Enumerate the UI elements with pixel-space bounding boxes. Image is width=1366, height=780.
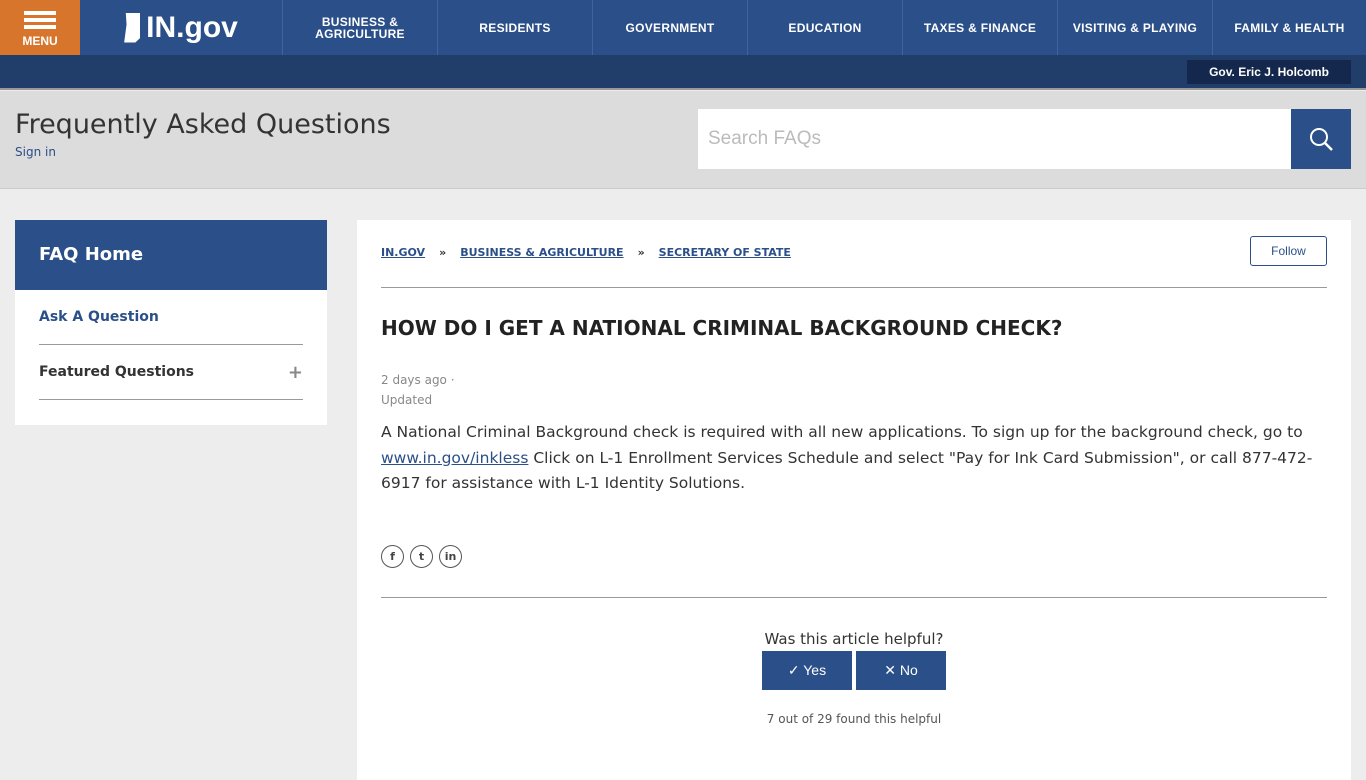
sidebar-item-featured-questions[interactable]: Featured Questions + [39, 345, 303, 400]
nav-residents[interactable]: RESIDENTS [437, 0, 592, 55]
plus-icon[interactable]: + [288, 362, 303, 383]
article-meta: 2 days ago · Updated [381, 370, 455, 410]
nav-government[interactable]: GOVERNMENT [592, 0, 747, 55]
breadcrumb-separator: » [439, 246, 447, 259]
breadcrumb-separator: » [637, 246, 645, 259]
helpful-question: Was this article helpful? [764, 630, 944, 648]
nav-business-agriculture[interactable]: BUSINESS & AGRICULTURE [282, 0, 437, 55]
main-nav: BUSINESS & AGRICULTURE RESIDENTS GOVERNM… [282, 0, 1366, 55]
sign-in-link[interactable]: Sign in [15, 145, 56, 159]
divider [381, 597, 1327, 598]
body-text: A National Criminal Background check is … [381, 423, 1303, 441]
logo-text: IN.gov [146, 10, 238, 44]
indiana-state-icon [124, 12, 141, 43]
article-date: 2 days ago · [381, 373, 455, 387]
yes-button[interactable]: ✓ Yes [762, 651, 852, 690]
breadcrumb-in-gov[interactable]: IN.GOV [381, 246, 425, 259]
nav-family-health[interactable]: FAMILY & HEALTH [1212, 0, 1366, 55]
faq-home-link[interactable]: FAQ Home [15, 220, 327, 290]
sidebar: FAQ Home Ask A Question Featured Questio… [15, 220, 327, 425]
divider [381, 287, 1327, 288]
linkedin-icon[interactable]: in [439, 545, 462, 568]
page-title: Frequently Asked Questions [15, 109, 391, 140]
breadcrumb: IN.GOV » BUSINESS & AGRICULTURE » SECRET… [381, 246, 791, 259]
article-title: HOW DO I GET A NATIONAL CRIMINAL BACKGRO… [381, 316, 1063, 340]
menu-label: MENU [22, 33, 58, 48]
nav-visiting-playing[interactable]: VISITING & PLAYING [1057, 0, 1212, 55]
twitter-icon[interactable]: t [410, 545, 433, 568]
article: IN.GOV » BUSINESS & AGRICULTURE » SECRET… [357, 220, 1351, 780]
follow-button[interactable]: Follow [1250, 236, 1327, 266]
top-navigation: MENU IN.gov BUSINESS & AGRICULTURE RESID… [0, 0, 1366, 55]
inkless-link[interactable]: www.in.gov/inkless [381, 449, 528, 467]
sidebar-item-ask-question[interactable]: Ask A Question [39, 290, 303, 345]
nav-taxes-finance[interactable]: TAXES & FINANCE [902, 0, 1057, 55]
article-status: Updated [381, 393, 433, 407]
search-icon [1310, 128, 1333, 151]
menu-button[interactable]: MENU [0, 0, 80, 55]
breadcrumb-secretary-of-state[interactable]: SECRETARY OF STATE [659, 246, 791, 259]
breadcrumb-business-agriculture[interactable]: BUSINESS & AGRICULTURE [460, 246, 623, 259]
no-button[interactable]: ✕ No [856, 651, 946, 690]
facebook-icon[interactable]: f [381, 545, 404, 568]
search-button[interactable] [1291, 109, 1351, 169]
governor-link[interactable]: Gov. Eric J. Holcomb [1187, 60, 1351, 84]
nav-education[interactable]: EDUCATION [747, 0, 902, 55]
sub-bar: Gov. Eric J. Holcomb [0, 55, 1366, 90]
helpful-count: 7 out of 29 found this helpful [766, 712, 942, 726]
search-input[interactable] [698, 109, 1291, 169]
share-buttons: f t in [381, 545, 462, 568]
page-header: Frequently Asked Questions Sign in [0, 91, 1366, 189]
hamburger-icon [24, 8, 56, 32]
article-body: A National Criminal Background check is … [381, 420, 1327, 497]
helpful-vote: Was this article helpful? ✓ Yes ✕ No 7 o… [357, 630, 1351, 726]
sidebar-item-label: Featured Questions [39, 364, 194, 380]
sidebar-item-label: Ask A Question [39, 309, 159, 325]
in-gov-logo[interactable]: IN.gov [80, 0, 282, 55]
